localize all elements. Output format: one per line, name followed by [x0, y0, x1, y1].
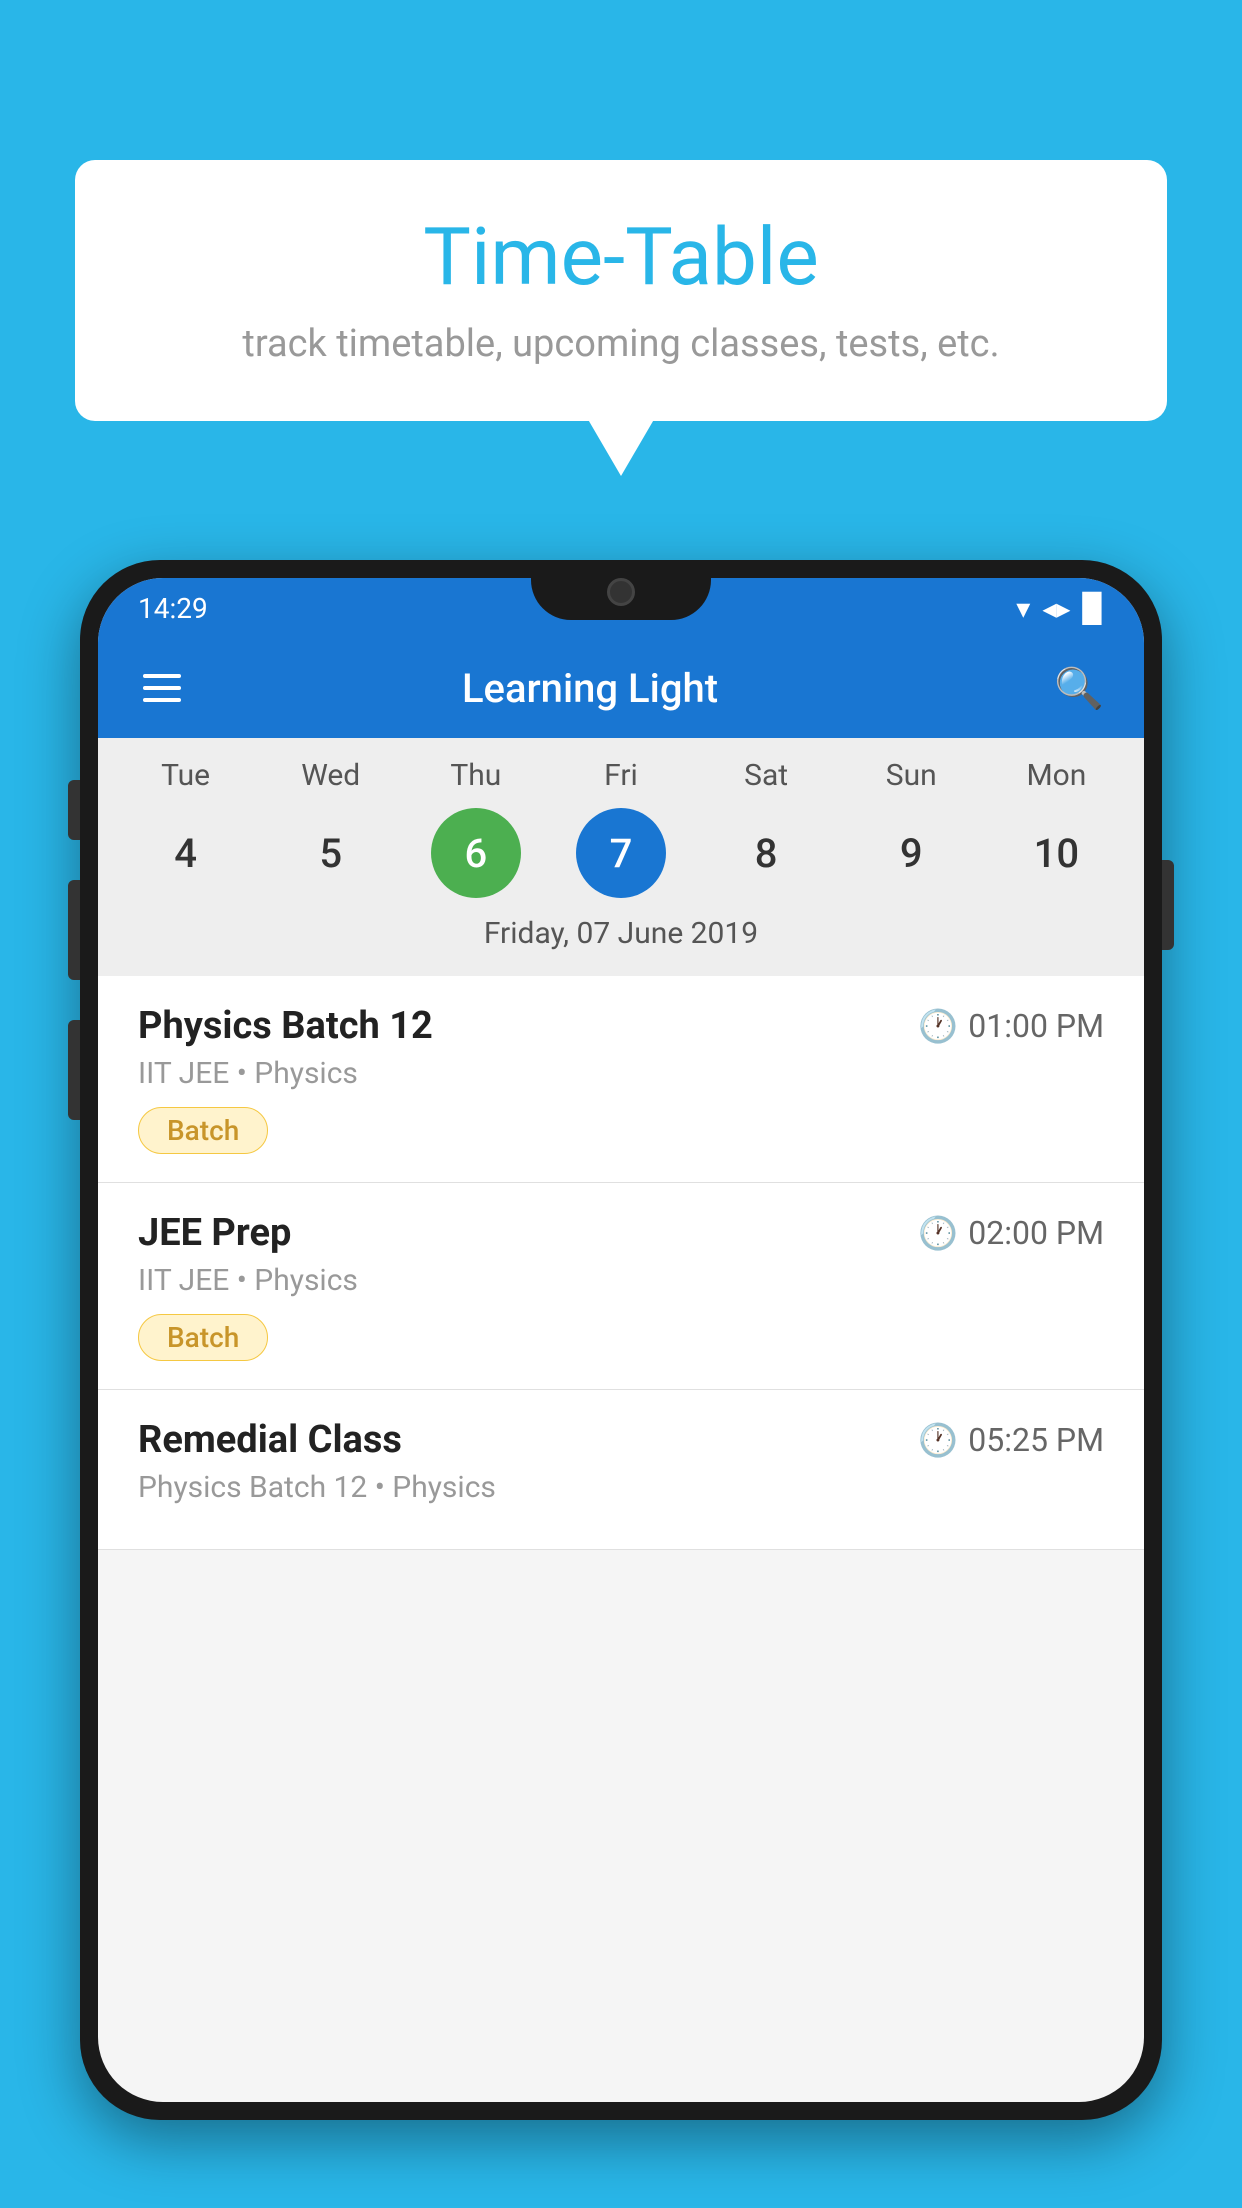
day-header-tue: Tue — [136, 758, 236, 793]
schedule-item-3-header: Remedial Class 🕐 05:25 PM — [138, 1418, 1104, 1462]
day-10[interactable]: 10 — [1011, 808, 1101, 898]
day-5[interactable]: 5 — [286, 808, 376, 898]
status-icons: ▾ ◂▸ ▉ — [1016, 592, 1104, 625]
schedule-time-1: 🕐 01:00 PM — [918, 1007, 1104, 1045]
signal-icon: ◂▸ — [1042, 592, 1070, 625]
clock-icon-2: 🕐 — [918, 1214, 958, 1252]
day-headers: Tue Wed Thu Fri Sat Sun Mon — [98, 758, 1144, 793]
bubble-title: Time-Table — [135, 210, 1107, 304]
bubble-subtitle: track timetable, upcoming classes, tests… — [135, 322, 1107, 366]
schedule-time-label-3: 05:25 PM — [968, 1421, 1104, 1459]
day-header-thu: Thu — [426, 758, 526, 793]
calendar-strip: Tue Wed Thu Fri Sat Sun Mon 4 5 6 7 8 9 … — [98, 738, 1144, 976]
speech-bubble-container: Time-Table track timetable, upcoming cla… — [75, 160, 1167, 421]
day-numbers: 4 5 6 7 8 9 10 — [98, 808, 1144, 898]
clock-icon-1: 🕐 — [918, 1007, 958, 1045]
schedule-item-1[interactable]: Physics Batch 12 🕐 01:00 PM IIT JEE • Ph… — [98, 976, 1144, 1183]
schedule-time-3: 🕐 05:25 PM — [918, 1421, 1104, 1459]
schedule-item-2[interactable]: JEE Prep 🕐 02:00 PM IIT JEE • Physics Ba… — [98, 1183, 1144, 1390]
day-7-selected[interactable]: 7 — [576, 808, 666, 898]
day-header-sat: Sat — [716, 758, 816, 793]
schedule-time-2: 🕐 02:00 PM — [918, 1214, 1104, 1252]
schedule-item-1-header: Physics Batch 12 🕐 01:00 PM — [138, 1004, 1104, 1048]
day-header-fri: Fri — [571, 758, 671, 793]
hamburger-line-1 — [143, 674, 181, 678]
schedule-subtitle-2: IIT JEE • Physics — [138, 1263, 1104, 1298]
schedule-subtitle-3: Physics Batch 12 • Physics — [138, 1470, 1104, 1505]
schedule-title-3: Remedial Class — [138, 1418, 402, 1462]
selected-date-label: Friday, 07 June 2019 — [98, 898, 1144, 966]
day-header-mon: Mon — [1006, 758, 1106, 793]
batch-badge-1: Batch — [138, 1107, 268, 1154]
front-camera — [607, 578, 635, 606]
day-4[interactable]: 4 — [141, 808, 231, 898]
hamburger-line-3 — [143, 698, 181, 702]
schedule-title-2: JEE Prep — [138, 1211, 291, 1255]
app-bar: Learning Light 🔍 — [98, 638, 1144, 738]
schedule-time-label-2: 02:00 PM — [968, 1214, 1104, 1252]
day-header-sun: Sun — [861, 758, 961, 793]
day-8[interactable]: 8 — [721, 808, 811, 898]
power-button — [1162, 860, 1174, 950]
day-header-wed: Wed — [281, 758, 381, 793]
speech-bubble: Time-Table track timetable, upcoming cla… — [75, 160, 1167, 421]
schedule-time-label-1: 01:00 PM — [968, 1007, 1104, 1045]
phone-outer: 14:29 ▾ ◂▸ ▉ Learning Light 🔍 — [80, 560, 1162, 2120]
schedule-item-3[interactable]: Remedial Class 🕐 05:25 PM Physics Batch … — [98, 1390, 1144, 1550]
schedule-item-2-header: JEE Prep 🕐 02:00 PM — [138, 1211, 1104, 1255]
wifi-icon: ▾ — [1016, 592, 1030, 625]
phone-screen: 14:29 ▾ ◂▸ ▉ Learning Light 🔍 — [98, 578, 1144, 2102]
schedule-list: Physics Batch 12 🕐 01:00 PM IIT JEE • Ph… — [98, 976, 1144, 1550]
battery-icon: ▉ — [1082, 592, 1104, 625]
menu-button[interactable] — [133, 664, 191, 712]
schedule-subtitle-1: IIT JEE • Physics — [138, 1056, 1104, 1091]
phone-mockup: 14:29 ▾ ◂▸ ▉ Learning Light 🔍 — [80, 560, 1162, 2208]
status-time: 14:29 — [138, 592, 208, 625]
phone-notch — [531, 560, 711, 620]
batch-badge-2: Batch — [138, 1314, 268, 1361]
silent-button — [68, 1020, 80, 1120]
volume-up-button — [68, 780, 80, 840]
hamburger-line-2 — [143, 686, 181, 690]
schedule-title-1: Physics Batch 12 — [138, 1004, 433, 1048]
clock-icon-3: 🕐 — [918, 1421, 958, 1459]
volume-down-button — [68, 880, 80, 980]
day-6-today[interactable]: 6 — [431, 808, 521, 898]
day-9[interactable]: 9 — [866, 808, 956, 898]
app-title: Learning Light — [191, 665, 1049, 712]
search-button[interactable]: 🔍 — [1049, 665, 1109, 712]
